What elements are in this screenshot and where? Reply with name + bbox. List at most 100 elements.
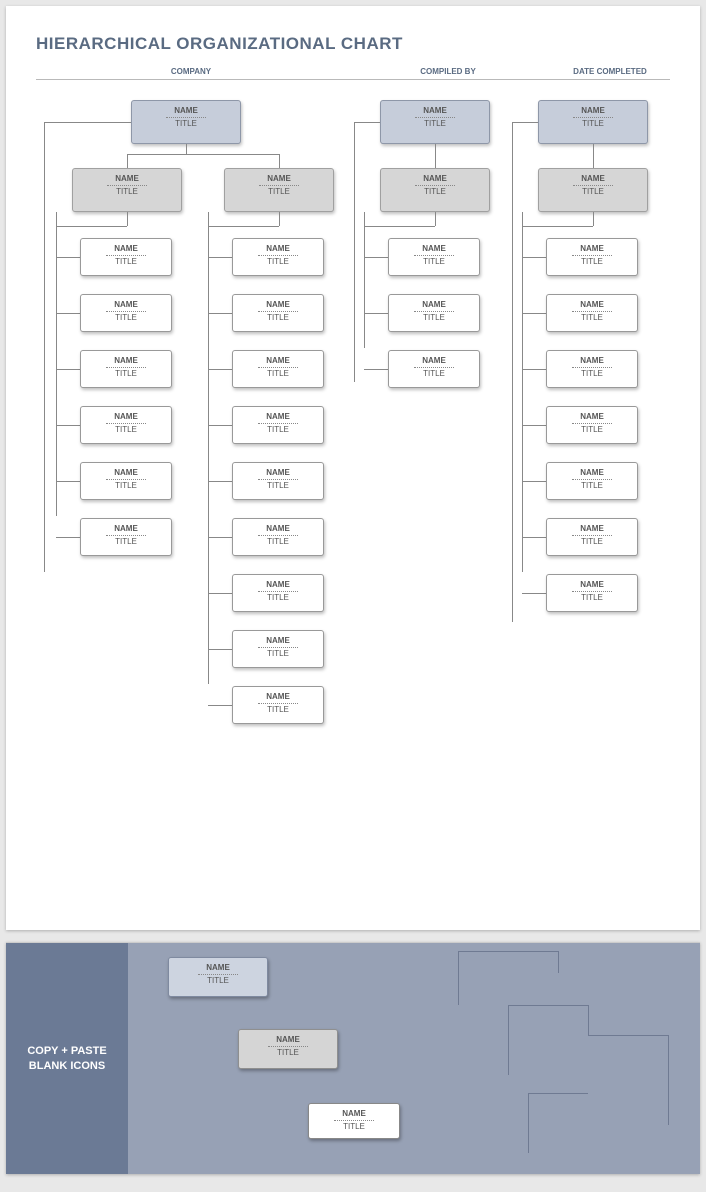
- tree1-a-leaf-5[interactable]: NAME TITLE: [80, 462, 172, 500]
- node-name: NAME: [233, 463, 323, 477]
- org-chart-area: NAME TITLE NAME TITLE NAME TITLE NAME TITLE NAME…: [36, 94, 670, 894]
- header-date: DATE COMPLETED: [550, 64, 670, 79]
- tree3-leaf-3[interactable]: NAMETITLE: [546, 350, 638, 388]
- connector: [279, 154, 280, 168]
- node-title: TITLE: [547, 369, 637, 378]
- connector: [56, 537, 80, 538]
- tree3-leaf-2[interactable]: NAME TITLE: [546, 294, 638, 332]
- node-title: TITLE: [381, 119, 489, 128]
- node-title: TITLE: [81, 425, 171, 434]
- tree3-l2[interactable]: NAMETITLE: [538, 168, 648, 212]
- tree1-a-leaf-1[interactable]: NAME TITLE: [80, 238, 172, 276]
- node-name: NAME: [547, 239, 637, 253]
- tree1-a-leaf-3[interactable]: NAME TITLE: [80, 350, 172, 388]
- node-divider: [258, 367, 298, 368]
- node-name: NAME: [539, 101, 647, 115]
- tree2-leaf-3[interactable]: NAMETITLE: [388, 350, 480, 388]
- tree1-l2-a[interactable]: NAMETITLE: [72, 168, 182, 212]
- tree1-b-leaf-6[interactable]: NAMETITLE: [232, 518, 324, 556]
- node-divider: [572, 311, 612, 312]
- node-title: TITLE: [233, 593, 323, 602]
- node-divider: [414, 311, 454, 312]
- connector: [208, 649, 232, 650]
- sample-node-level2[interactable]: NAME TITLE: [238, 1029, 338, 1069]
- page-title: HIERARCHICAL ORGANIZATIONAL CHART: [36, 34, 670, 54]
- tree1-b-leaf-7[interactable]: NAMETITLE: [232, 574, 324, 612]
- tree3-leaf-4[interactable]: NAMETITLE: [546, 406, 638, 444]
- connector: [56, 257, 80, 258]
- tree1-b-leaf-9[interactable]: NAMETITLE: [232, 686, 324, 724]
- sample-connector: [458, 951, 558, 952]
- tree1-b-leaf-2[interactable]: NAMETITLE: [232, 294, 324, 332]
- node-title: TITLE: [389, 313, 479, 322]
- sample-node-level1[interactable]: NAME TITLE: [168, 957, 268, 997]
- node-title: TITLE: [233, 313, 323, 322]
- sample-node-level3[interactable]: NAME TITLE: [308, 1103, 400, 1139]
- node-name: NAME: [73, 169, 181, 183]
- tree2-root[interactable]: NAMETITLE: [380, 100, 490, 144]
- sample-connector: [528, 1093, 588, 1094]
- tree1-b-leaf-1[interactable]: NAME TITLE: [232, 238, 324, 276]
- node-name: NAME: [233, 687, 323, 701]
- tree2-l2[interactable]: NAMETITLE: [380, 168, 490, 212]
- node-name: NAME: [81, 519, 171, 533]
- tree1-l2-b[interactable]: NAMETITLE: [224, 168, 334, 212]
- tree3-leaf-1[interactable]: NAMETITLE: [546, 238, 638, 276]
- tree3-leaf-7[interactable]: NAMETITLE: [546, 574, 638, 612]
- node-title: TITLE: [547, 313, 637, 322]
- node-divider: [573, 117, 613, 118]
- sample-connector: [668, 1035, 669, 1125]
- node-name: NAME: [81, 407, 171, 421]
- node-name: NAME: [81, 463, 171, 477]
- node-name: NAME: [81, 239, 171, 253]
- connector: [44, 122, 45, 572]
- clipboard-panel: NAME TITLE NAME TITLE NAME TITLE: [128, 943, 700, 1174]
- tree1-b-leaf-4[interactable]: NAMETITLE: [232, 406, 324, 444]
- tree1-a-leaf-4[interactable]: NAME TITLE: [80, 406, 172, 444]
- node-divider: [258, 535, 298, 536]
- node-divider: [258, 591, 298, 592]
- tree2-leaf-2[interactable]: NAME TITLE: [388, 294, 480, 332]
- connector: [208, 369, 232, 370]
- tree1-root[interactable]: NAMETITLE: [131, 100, 241, 144]
- node-name: NAME: [81, 351, 171, 365]
- tree1-b-leaf-8[interactable]: NAMETITLE: [232, 630, 324, 668]
- node-divider: [106, 535, 146, 536]
- connector: [522, 212, 523, 572]
- connector: [522, 593, 546, 594]
- node-divider: [258, 311, 298, 312]
- node-name: NAME: [547, 519, 637, 533]
- page-1: HIERARCHICAL ORGANIZATIONAL CHART COMPAN…: [6, 6, 700, 930]
- connector: [186, 144, 187, 154]
- tree1-a-leaf-6[interactable]: NAMETITLE: [80, 518, 172, 556]
- node-name: NAME: [233, 631, 323, 645]
- sample-connector: [508, 1005, 588, 1006]
- node-title: TITLE: [233, 257, 323, 266]
- node-name: NAME: [547, 295, 637, 309]
- node-name: NAME: [225, 169, 333, 183]
- node-title: TITLE: [81, 257, 171, 266]
- connector: [522, 226, 593, 227]
- tree3-leaf-5[interactable]: NAMETITLE: [546, 462, 638, 500]
- clipboard-label-text: COPY + PASTE BLANK ICONS: [27, 1044, 106, 1074]
- node-title: TITLE: [233, 369, 323, 378]
- page-2: COPY + PASTE BLANK ICONS NAME TITLE NAME…: [6, 942, 700, 1174]
- tree2-leaf-1[interactable]: NAMETITLE: [388, 238, 480, 276]
- tree1-b-leaf-3[interactable]: NAME TITLE: [232, 350, 324, 388]
- connector: [522, 257, 546, 258]
- node-title: TITLE: [81, 369, 171, 378]
- node-name: NAME: [233, 351, 323, 365]
- node-divider: [106, 311, 146, 312]
- tree3-leaf-6[interactable]: NAMETITLE: [546, 518, 638, 556]
- node-title: TITLE: [81, 481, 171, 490]
- connector: [208, 481, 232, 482]
- node-name: NAME: [233, 239, 323, 253]
- connector: [208, 593, 232, 594]
- tree1-a-leaf-2[interactable]: NAMETITLE: [80, 294, 172, 332]
- connector: [522, 425, 546, 426]
- connector: [435, 212, 436, 226]
- node-title: TITLE: [389, 257, 479, 266]
- tree3-root[interactable]: NAMETITLE: [538, 100, 648, 144]
- tree1-b-leaf-5[interactable]: NAMETITLE: [232, 462, 324, 500]
- node-name: NAME: [389, 295, 479, 309]
